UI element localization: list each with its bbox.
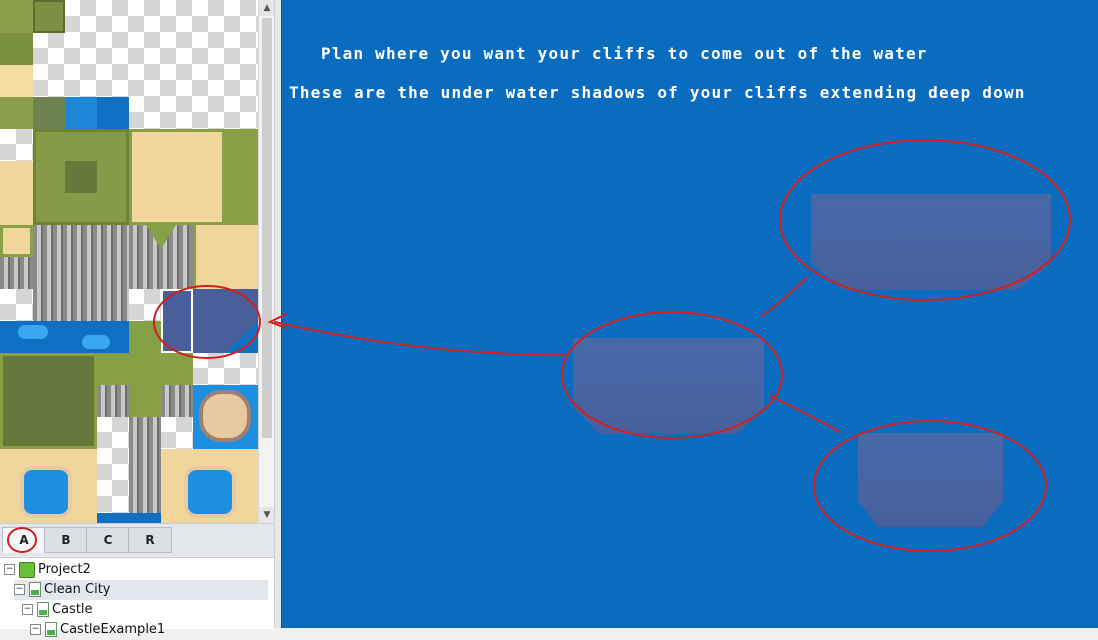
cliff-tile[interactable] (161, 385, 193, 417)
tile-palette-panel: ▲ ▼ A B C R − Project2 − Clean City − Castl… (0, 0, 278, 637)
water-tile[interactable] (65, 97, 97, 129)
map-tree: − Project2 − Clean City − Castle − CastleExa… (0, 557, 274, 637)
cliff-tile[interactable] (0, 257, 33, 289)
cliff-tile[interactable] (33, 225, 129, 321)
tree-item-project[interactable]: − Project2 (4, 560, 91, 580)
tileset-scrollbar[interactable]: ▲ ▼ (258, 0, 275, 523)
sand-tile[interactable] (193, 225, 258, 289)
cliff-shadow-bottom (858, 433, 1003, 527)
grass-tile[interactable] (33, 97, 65, 129)
cliff-tile[interactable] (129, 417, 161, 513)
collapse-icon[interactable]: − (14, 584, 25, 595)
grass-block-tile[interactable] (0, 353, 97, 449)
grass-tile[interactable] (225, 129, 258, 225)
cliff-shadow-top (811, 194, 1051, 290)
pane-splitter[interactable] (274, 0, 281, 628)
project-icon (19, 561, 35, 578)
pond-water-tile[interactable] (20, 466, 72, 518)
sand-tile[interactable] (0, 225, 33, 257)
tileset-grid[interactable] (0, 0, 258, 523)
annotation-text-2: These are the under water shadows of you… (289, 83, 1026, 102)
grass-tile[interactable] (33, 0, 65, 33)
grass-tile[interactable] (0, 97, 33, 129)
cliff-shadow-middle (573, 338, 764, 434)
scrollbar-thumb[interactable] (262, 18, 272, 438)
grass-tile[interactable] (0, 33, 33, 65)
tileset-tabs: A B C R (0, 523, 274, 556)
tree-item-clean-city[interactable]: − Clean City (14, 580, 268, 600)
pond-water-tile[interactable] (184, 466, 236, 518)
grass-cross-tile[interactable] (97, 353, 193, 385)
cliff-tile[interactable] (97, 385, 129, 417)
collapse-icon[interactable]: − (30, 624, 41, 635)
tree-item-label: Castle (52, 602, 93, 617)
scroll-down-arrow-icon[interactable]: ▼ (259, 507, 275, 523)
collapse-icon[interactable]: − (4, 564, 15, 575)
water-puddle-tile[interactable] (18, 325, 48, 339)
tree-item-label: Project2 (38, 562, 91, 577)
map-icon (45, 622, 57, 637)
sand-tile[interactable] (0, 65, 33, 97)
tree-item-label: CastleExample1 (60, 622, 166, 637)
tree-item-castle[interactable]: − Castle (22, 600, 93, 620)
shadow-tile[interactable] (161, 289, 193, 353)
tree-item-castle-example[interactable]: − CastleExample1 (30, 620, 165, 640)
tab-b[interactable]: B (44, 527, 88, 553)
tab-c[interactable]: C (86, 527, 130, 553)
water-puddle-tile[interactable] (82, 335, 110, 349)
sand-tile[interactable] (0, 161, 33, 225)
map-icon (29, 582, 41, 597)
tab-a[interactable]: A (2, 527, 46, 553)
pond-sand-tile[interactable] (199, 390, 251, 442)
water-tile[interactable] (97, 97, 129, 129)
tab-r[interactable]: R (128, 527, 172, 553)
map-icon (37, 602, 49, 617)
sand-block-tile[interactable] (129, 129, 225, 225)
grass-center-tile[interactable] (65, 161, 97, 193)
tree-item-label: Clean City (44, 582, 111, 597)
collapse-icon[interactable]: − (22, 604, 33, 615)
water-tile[interactable] (97, 513, 161, 523)
scroll-up-arrow-icon[interactable]: ▲ (259, 0, 275, 16)
grass-tile[interactable] (0, 0, 33, 33)
annotation-text-1: Plan where you want your cliffs to come … (321, 44, 928, 63)
map-canvas[interactable]: Plan where you want your cliffs to come … (281, 0, 1098, 628)
